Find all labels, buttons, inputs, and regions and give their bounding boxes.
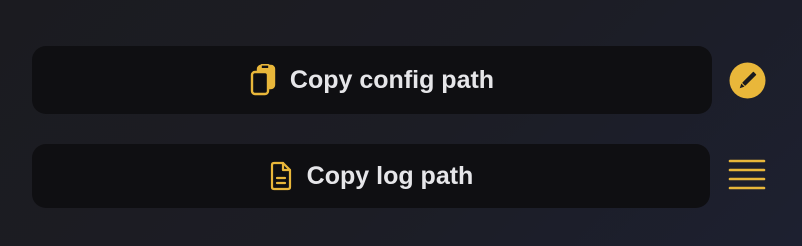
pencil-icon: [729, 62, 766, 99]
copy-config-path-label: Copy config path: [289, 65, 495, 94]
copy-log-path-button[interactable]: Copy log path: [32, 144, 710, 208]
menu-icon: [727, 157, 767, 193]
copy-log-path-label: Copy log path: [306, 161, 474, 190]
document-icon: [269, 161, 293, 191]
clipboard-copy-icon: [250, 64, 276, 96]
copy-config-path-button[interactable]: Copy config path: [32, 46, 712, 114]
edit-button[interactable]: [729, 62, 766, 99]
menu-button[interactable]: [727, 157, 767, 193]
